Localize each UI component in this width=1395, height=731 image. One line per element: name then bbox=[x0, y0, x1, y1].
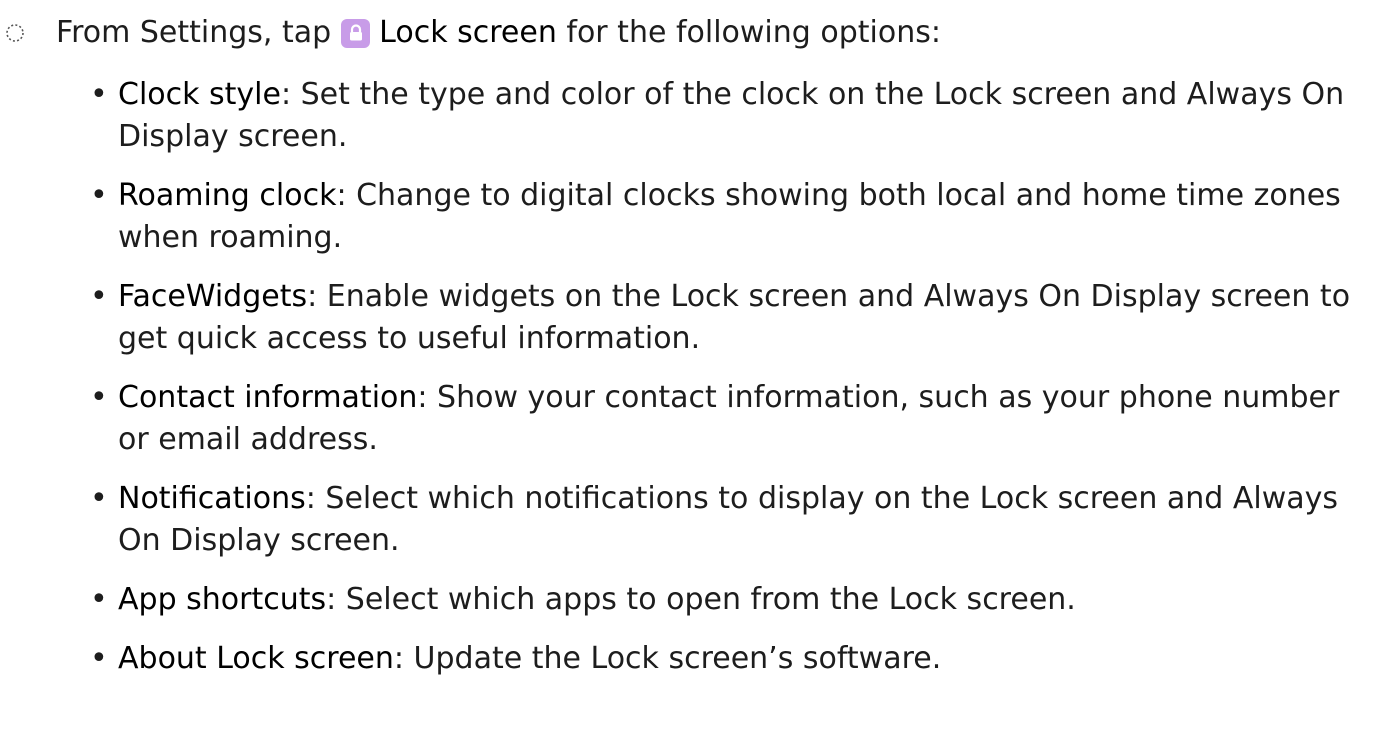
option-roaming-clock: • Roaming clock: Change to digital clock… bbox=[90, 175, 1378, 259]
option-term: About Lock screen bbox=[118, 641, 394, 676]
option-term: FaceWidgets bbox=[118, 279, 308, 314]
option-separator: : bbox=[305, 481, 316, 516]
bullet: • bbox=[90, 279, 108, 314]
option-description: Update the Lock screen’s software. bbox=[404, 641, 942, 676]
bullet: • bbox=[90, 77, 108, 112]
option-separator: : bbox=[307, 279, 318, 314]
option-about-lock-screen: • About Lock screen: Update the Lock scr… bbox=[90, 638, 1378, 680]
option-separator: : bbox=[417, 380, 428, 415]
option-clock-style: • Clock style: Set the type and color of… bbox=[90, 74, 1378, 158]
option-separator: : bbox=[336, 178, 347, 213]
option-term: Clock style bbox=[118, 77, 281, 112]
options-list: • Clock style: Set the type and color of… bbox=[90, 74, 1378, 697]
bullet: • bbox=[90, 641, 108, 676]
bullet: • bbox=[90, 481, 108, 516]
option-separator: : bbox=[326, 582, 337, 617]
bullet: • bbox=[90, 582, 108, 617]
option-term: Roaming clock bbox=[118, 178, 337, 213]
option-separator: : bbox=[280, 77, 292, 112]
option-term: Notifications bbox=[118, 481, 306, 516]
instruction-suffix: for the following options: bbox=[566, 15, 941, 50]
option-facewidgets: • FaceWidgets: Enable widgets on the Loc… bbox=[90, 276, 1378, 360]
option-notifications: • Notifications: Select which notificati… bbox=[90, 478, 1378, 562]
bullet: • bbox=[90, 380, 108, 415]
option-term: Contact information bbox=[118, 380, 418, 415]
option-description: Select which apps to open from the Lock … bbox=[336, 582, 1076, 617]
document-page: From Settings, tap Lock screen for the f… bbox=[0, 0, 1395, 731]
dotted-circle-icon bbox=[4, 22, 26, 44]
lock-icon bbox=[341, 18, 371, 48]
lock-screen-label: Lock screen bbox=[379, 15, 557, 50]
option-term: App shortcuts bbox=[118, 582, 327, 617]
instruction-prefix: From Settings, tap bbox=[56, 15, 332, 50]
option-contact-information: • Contact information: Show your contact… bbox=[90, 377, 1378, 461]
bullet: • bbox=[90, 178, 108, 213]
step-instruction: From Settings, tap Lock screen for the f… bbox=[4, 8, 941, 58]
option-app-shortcuts: • App shortcuts: Select which apps to op… bbox=[90, 579, 1378, 621]
option-separator: : bbox=[393, 641, 405, 676]
option-description: Set the type and color of the clock on t… bbox=[118, 77, 1345, 154]
